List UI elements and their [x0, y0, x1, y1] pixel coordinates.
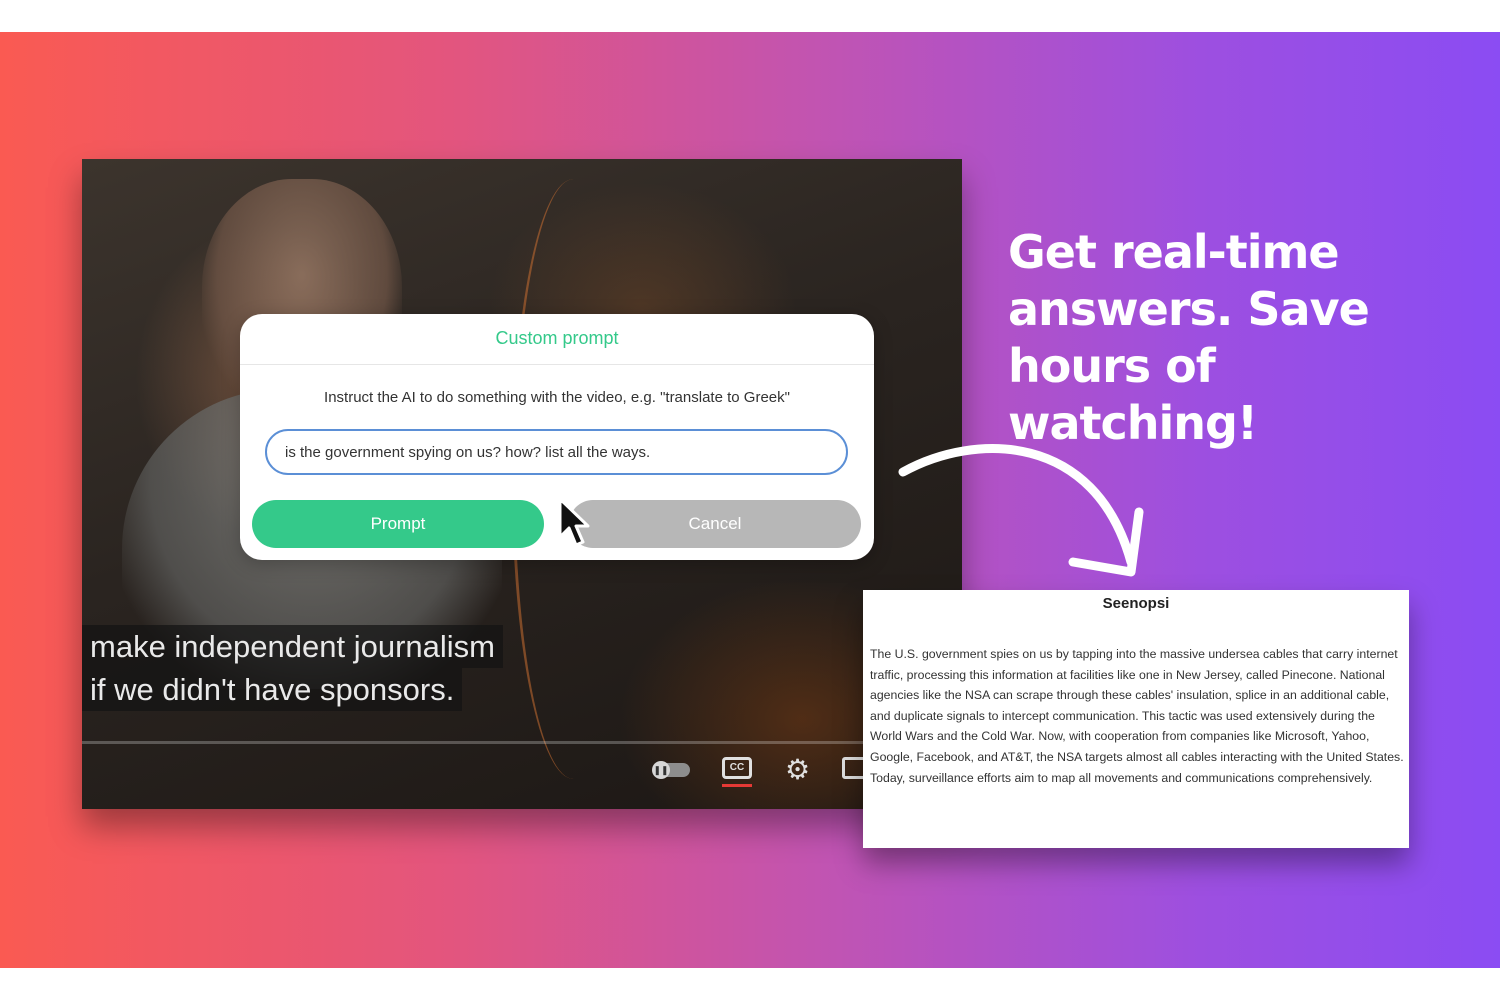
video-controls: ❚❚ CC ⚙: [82, 753, 962, 795]
autoplay-toggle[interactable]: ❚❚: [652, 761, 690, 779]
promo-banner: make independent journalism if we didn't…: [0, 32, 1500, 968]
gear-icon[interactable]: ⚙: [785, 753, 810, 786]
pause-icon: ❚❚: [652, 761, 670, 779]
curved-arrow-icon: [898, 444, 1144, 577]
summary-text: The U.S. government spies on us by tappi…: [870, 647, 1404, 785]
summary-panel: Seenopsi The U.S. government spies on us…: [863, 590, 1409, 848]
video-progress-bar[interactable]: [82, 741, 962, 744]
summary-title: Seenopsi: [1102, 595, 1170, 612]
custom-prompt-dialog: Custom prompt Instruct the AI to do some…: [240, 314, 874, 560]
prompt-input[interactable]: [265, 429, 848, 475]
video-captions: make independent journalism if we didn't…: [82, 625, 503, 711]
cc-icon[interactable]: CC: [722, 757, 752, 779]
mouse-cursor-icon: [558, 497, 590, 547]
dialog-hint: Instruct the AI to do something with the…: [324, 389, 790, 406]
caption-line-1: make independent journalism: [82, 625, 503, 668]
caption-line-2: if we didn't have sponsors.: [82, 668, 463, 711]
dialog-divider: [240, 364, 874, 365]
prompt-button[interactable]: Prompt: [252, 500, 544, 548]
dialog-title: Custom prompt: [495, 328, 619, 348]
cc-active-indicator: [722, 784, 752, 787]
cancel-button[interactable]: Cancel: [569, 500, 861, 548]
